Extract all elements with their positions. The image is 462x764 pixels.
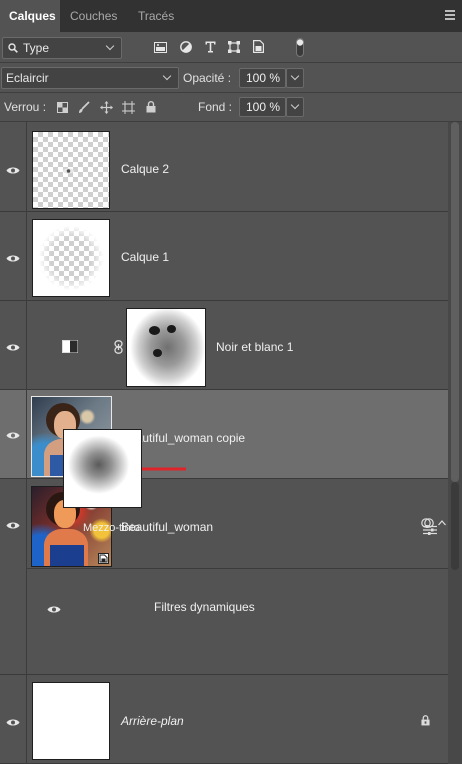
- mask-dark-spot: [149, 326, 160, 335]
- lock-artboard-icon[interactable]: [122, 101, 135, 114]
- layer-row-arriere-plan[interactable]: Arrière-plan: [0, 674, 448, 764]
- lock-position-move-icon[interactable]: [100, 101, 113, 114]
- layer-divider: [26, 479, 27, 674]
- scrollbar-track-upper[interactable]: [451, 122, 459, 482]
- tab-traces[interactable]: Tracés: [129, 0, 183, 32]
- panel-tab-bar: Calques Couches Tracés: [0, 0, 462, 32]
- lock-row: Verrou : Fond : 100 %: [0, 93, 462, 122]
- layer-name[interactable]: Calque 2: [121, 162, 169, 176]
- opacity-label: Opacité :: [183, 71, 232, 85]
- layer-name[interactable]: Calque 1: [121, 250, 169, 264]
- chevron-down-icon: [290, 71, 300, 81]
- filter-kind-label: Type: [23, 41, 50, 55]
- layer-row-calque-1[interactable]: Calque 1: [0, 212, 448, 301]
- type-layer-filter-icon[interactable]: [205, 41, 216, 53]
- eye-visibility-icon[interactable]: [6, 254, 20, 263]
- smart-filters-name[interactable]: Filtres dynamiques: [154, 600, 255, 614]
- eye-visibility-icon[interactable]: [6, 718, 20, 727]
- filter-name[interactable]: Mezzo-tinto: [83, 522, 140, 534]
- layer-lock-icon: [421, 715, 430, 726]
- collapse-chevron-up-icon[interactable]: [438, 520, 446, 526]
- layer-divider: [26, 675, 27, 764]
- layer-mask-thumbnail[interactable]: [126, 308, 206, 387]
- layer-divider: [26, 390, 27, 479]
- filter-blending-options-icon[interactable]: [423, 525, 437, 535]
- adjustment-layer-filter-icon[interactable]: [180, 41, 192, 53]
- pixel-layer-filter-icon[interactable]: [154, 42, 167, 53]
- sub-divider: [27, 568, 448, 569]
- chevron-down-icon: [290, 100, 300, 110]
- layer-thumbnail: [32, 682, 110, 760]
- layer-name[interactable]: Noir et blanc 1: [216, 340, 293, 354]
- filter-eye-icon[interactable]: [62, 167, 75, 175]
- eye-visibility-icon[interactable]: [6, 166, 20, 175]
- eye-visibility-icon[interactable]: [6, 343, 20, 352]
- smart-filters-eye-icon[interactable]: [47, 605, 61, 614]
- black-white-adjustment-icon: [62, 340, 78, 353]
- fill-dropdown-button[interactable]: [286, 97, 304, 117]
- smart-object-badge-icon: [98, 553, 109, 564]
- layer-divider: [26, 212, 27, 301]
- layer-divider: [26, 301, 27, 390]
- scrollbar-thumb[interactable]: [451, 482, 459, 570]
- eye-visibility-icon[interactable]: [6, 431, 20, 440]
- layers-list: Calque 2 Calque 1 Noir et blanc 1 Beauti…: [0, 122, 462, 764]
- lock-transparency-icon[interactable]: [57, 102, 68, 113]
- tab-couches[interactable]: Couches: [61, 0, 126, 32]
- filter-toggle-icon[interactable]: [296, 38, 304, 57]
- portrait-dress: [50, 545, 84, 566]
- opacity-dropdown-button[interactable]: [286, 68, 304, 88]
- chevron-down-icon: [162, 71, 172, 81]
- lock-all-icon[interactable]: [146, 101, 156, 113]
- lock-pixels-brush-icon[interactable]: [78, 101, 90, 114]
- smart-object-filter-icon[interactable]: [253, 40, 264, 53]
- mask-dark-spot: [167, 325, 176, 333]
- layers-scrollbar[interactable]: [448, 122, 462, 764]
- filter-row: Type: [0, 32, 462, 63]
- layer-divider: [26, 122, 27, 212]
- mask-dark-spot: [153, 349, 162, 357]
- blend-row: Eclaircir Opacité : 100 %: [0, 63, 462, 93]
- layer-thumbnail: [32, 219, 110, 297]
- soft-circle-selection: [39, 226, 103, 290]
- layer-name[interactable]: Arrière-plan: [121, 714, 184, 728]
- chevron-down-icon: [105, 41, 115, 51]
- panel-menu-icon[interactable]: [445, 10, 455, 21]
- layer-row-noir-et-blanc-1[interactable]: Noir et blanc 1: [0, 301, 448, 390]
- blend-mode-label: Eclaircir: [6, 71, 49, 85]
- tab-calques[interactable]: Calques: [0, 0, 60, 32]
- search-icon: [8, 43, 18, 53]
- lock-label: Verrou :: [4, 100, 47, 114]
- blend-mode-select[interactable]: Eclaircir: [1, 67, 179, 89]
- filter-kind-select[interactable]: Type: [2, 37, 122, 59]
- opacity-input[interactable]: 100 %: [239, 68, 286, 88]
- mask-link-icon[interactable]: [114, 340, 123, 354]
- fill-label: Fond :: [198, 100, 233, 114]
- layer-row-beautiful-woman[interactable]: Beautiful_woman Filtres dynamiques Mezzo…: [0, 168, 448, 674]
- fill-input[interactable]: 100 %: [239, 97, 286, 117]
- smart-filter-mask-thumbnail[interactable]: [63, 429, 142, 508]
- shape-layer-filter-icon[interactable]: [228, 41, 240, 53]
- eye-visibility-icon[interactable]: [6, 521, 20, 530]
